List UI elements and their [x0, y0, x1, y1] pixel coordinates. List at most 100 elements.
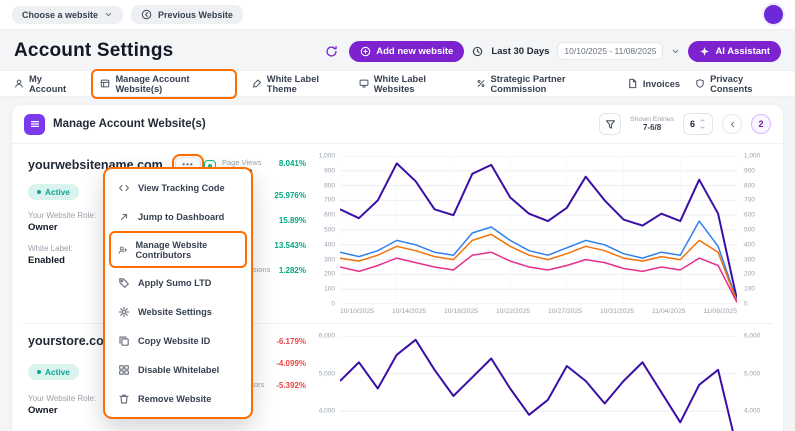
- stat-change: -4.099%: [276, 359, 306, 368]
- tab-label: White Label Theme: [267, 74, 344, 94]
- chevron-down-icon: [104, 10, 113, 19]
- tab-white-label-theme[interactable]: White Label Theme: [252, 74, 344, 94]
- brush-icon: [252, 78, 262, 89]
- y-axis-tick: 1,000: [319, 153, 335, 160]
- stat-change: 8.041%: [279, 159, 306, 168]
- user-plus-icon: [118, 244, 127, 256]
- x-axis-tick: 10/22/2025: [496, 308, 530, 315]
- tab-label: White Label Websites: [374, 74, 461, 94]
- refresh-icon: [325, 45, 338, 58]
- y-axis-tick: 4,000: [744, 408, 760, 415]
- chevleft-icon: [728, 120, 737, 129]
- tab-privacy-consents[interactable]: Privacy Consents: [695, 74, 781, 94]
- copy-icon: [118, 335, 130, 347]
- stat-change: 15.89%: [279, 216, 306, 225]
- menu-item-disable-whitelabel[interactable]: Disable Whitelabel: [109, 355, 247, 384]
- tab-invoices[interactable]: Invoices: [627, 78, 680, 89]
- menu-item-label: Jump to Dashboard: [138, 212, 224, 222]
- y-axis-tick: 6,000: [744, 333, 760, 340]
- y-axis-tick: 200: [324, 271, 335, 278]
- status-badge: Active: [28, 184, 79, 200]
- choose-website-label: Choose a website: [22, 10, 98, 20]
- menu-item-view-tracking-code[interactable]: View Tracking Code: [109, 173, 247, 202]
- file-icon: [627, 78, 638, 89]
- ai-assistant-button[interactable]: AI Assistant: [688, 41, 781, 62]
- y-axis-tick: 0: [331, 301, 335, 308]
- stat-change: -6.179%: [276, 337, 306, 346]
- y-axis-tick: 5,000: [319, 370, 335, 377]
- refresh-button[interactable]: [321, 41, 341, 61]
- previous-website-button[interactable]: Previous Website: [131, 5, 243, 24]
- sparkle-icon: [699, 46, 710, 57]
- menu-item-manage-website-contributors[interactable]: Manage Website Contributors: [109, 231, 247, 268]
- page: Choose a website Previous Website Accoun…: [0, 0, 795, 431]
- gear-icon: [118, 306, 130, 318]
- percent-icon: [476, 78, 486, 89]
- menu-item-website-settings[interactable]: Website Settings: [109, 297, 247, 326]
- prev-page-button[interactable]: [722, 114, 742, 134]
- y-axis-tick: 500: [744, 227, 755, 234]
- page-size-select[interactable]: 6: [683, 113, 713, 135]
- y-axis-tick: 300: [744, 256, 755, 263]
- stat-change: 13.543%: [274, 241, 306, 250]
- x-axis-tick: 11/04/2025: [652, 308, 686, 315]
- chevdown-icon: [699, 124, 706, 131]
- menu-item-apply-sumo-ltd[interactable]: Apply Sumo LTD: [109, 268, 247, 297]
- list-icon: [29, 118, 41, 130]
- y-axis-tick: 400: [324, 241, 335, 248]
- y-axis-tick: 800: [324, 182, 335, 189]
- chevup-icon: [699, 117, 706, 124]
- status-badge: Active: [28, 364, 79, 380]
- y-axis-tick: 700: [744, 197, 755, 204]
- tab-manage-account-website-s[interactable]: Manage Account Website(s): [91, 69, 236, 99]
- y-axis-tick: 5,000: [744, 370, 760, 377]
- website-traffic-chart: 6,0005,0004,0003,0006,0005,0004,0003,000: [310, 332, 775, 431]
- x-axis-tick: 10/31/2025: [600, 308, 634, 315]
- avatar[interactable]: [764, 5, 783, 24]
- menu-item-label: Manage Website Contributors: [135, 240, 238, 260]
- choose-website-dropdown[interactable]: Choose a website: [12, 6, 123, 24]
- stat-change: 25.976%: [274, 191, 306, 200]
- y-axis-tick: 6,000: [319, 333, 335, 340]
- menu-item-remove-website[interactable]: Remove Website: [109, 384, 247, 413]
- tab-white-label-websites[interactable]: White Label Websites: [359, 74, 461, 94]
- page-title: Account Settings: [14, 40, 173, 62]
- user-icon: [14, 78, 24, 89]
- filter-button[interactable]: [599, 113, 621, 135]
- panel-header: Manage Account Website(s) Shown Entries …: [12, 105, 783, 144]
- monitor-icon: [359, 78, 369, 89]
- code-icon: [118, 182, 130, 194]
- add-new-website-button[interactable]: Add new website: [349, 41, 464, 62]
- y-axis-tick: 1,000: [744, 153, 760, 160]
- clock-icon: [472, 46, 483, 57]
- tab-strategic-partner-commission[interactable]: Strategic Partner Commission: [476, 74, 612, 94]
- add-new-website-label: Add new website: [376, 46, 453, 57]
- website-domain: yourstore.co: [28, 334, 104, 348]
- previous-arrow-icon: [141, 9, 152, 20]
- funnel-icon: [605, 119, 616, 130]
- tab-label: Privacy Consents: [710, 74, 781, 94]
- period-label: Last 30 Days: [491, 46, 549, 57]
- y-axis-tick: 100: [324, 286, 335, 293]
- x-axis-tick: 11/08/2025: [703, 308, 737, 315]
- menu-item-copy-website-id[interactable]: Copy Website ID: [109, 326, 247, 355]
- chevron-left-icon: [728, 120, 737, 129]
- tab-my-account[interactable]: My Account: [14, 74, 76, 94]
- stat-change: -5.392%: [276, 381, 306, 390]
- line-chart: [340, 156, 737, 304]
- y-axis-tick: 400: [744, 241, 755, 248]
- current-page-button[interactable]: 2: [751, 114, 771, 134]
- date-range[interactable]: 10/10/2025 - 11/08/2025: [557, 42, 663, 60]
- y-axis-tick: 300: [324, 256, 335, 263]
- shown-entries: Shown Entries 7-6/8: [630, 116, 674, 133]
- menu-item-jump-to-dashboard[interactable]: Jump to Dashboard: [109, 202, 247, 231]
- prevcirc-icon: [141, 9, 152, 20]
- previous-website-label: Previous Website: [158, 10, 233, 20]
- grid-icon: [118, 364, 130, 376]
- chart-line-series-purple: [340, 340, 737, 431]
- chevron-down-icon[interactable]: [671, 47, 680, 56]
- y-axis-tick: 600: [324, 212, 335, 219]
- chevron-down-icon: [699, 124, 706, 131]
- website-actions-menu: View Tracking Code Jump to Dashboard Manag…: [103, 167, 253, 419]
- x-axis-tick: 10/10/2025: [340, 308, 374, 315]
